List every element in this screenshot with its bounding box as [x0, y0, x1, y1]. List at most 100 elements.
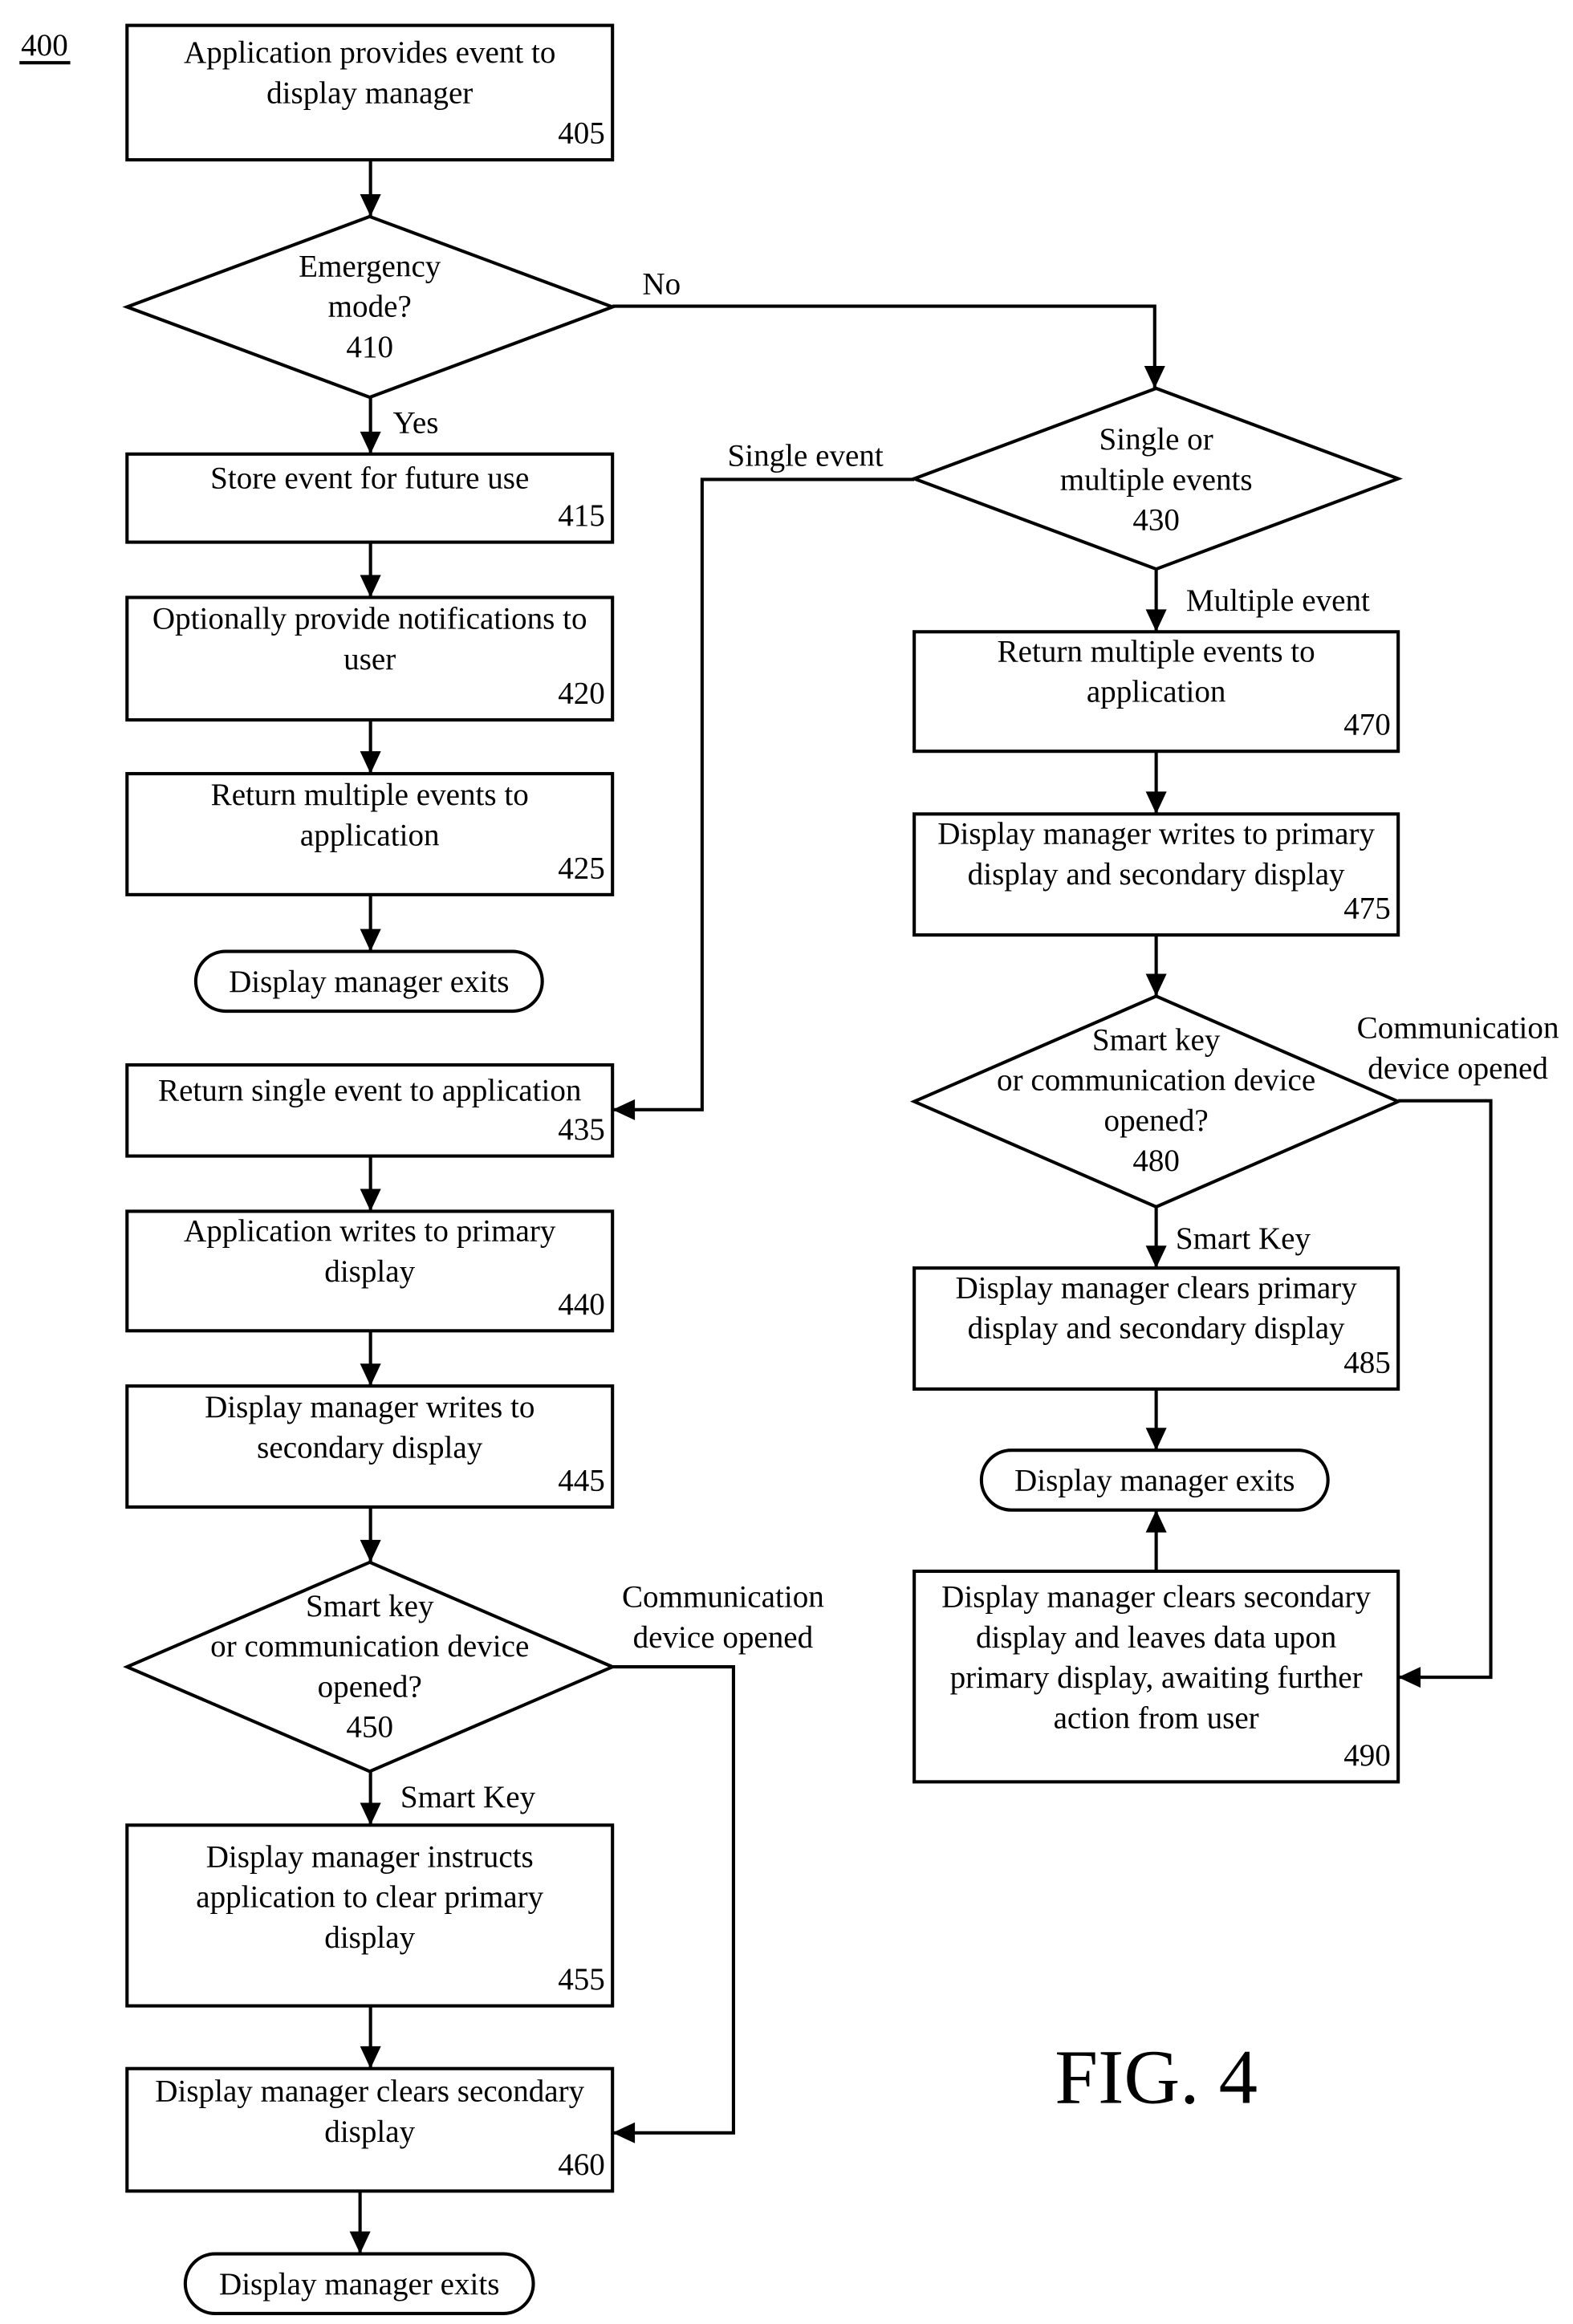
- edge-410-430: [612, 304, 1165, 388]
- arrowhead-icon: [360, 575, 381, 598]
- node-text-line: application to clear primary: [196, 1880, 543, 1915]
- node-reference-number: 425: [558, 851, 605, 885]
- node-text-line: Optionally provide notifications to: [152, 602, 587, 636]
- edge-label-comm-opened-450: Communication: [622, 1580, 824, 1615]
- node-text-line: Emergency: [299, 249, 441, 283]
- node-reference-number: 485: [1343, 1345, 1391, 1379]
- arrowhead-icon: [612, 2122, 636, 2143]
- node-reference-number: 490: [1343, 1738, 1391, 1773]
- node-text-line: Display manager clears secondary: [941, 1580, 1371, 1615]
- node-reference-number: 405: [558, 116, 605, 151]
- arrowhead-icon: [360, 928, 381, 952]
- node-end3: Display manager exits: [979, 1448, 1330, 1512]
- edge-445-450: [360, 1506, 381, 1562]
- edge-460-end: [349, 2191, 371, 2254]
- node-text-line: opened?: [318, 1669, 422, 1704]
- node-text-line: Smart key: [306, 1589, 434, 1623]
- node-text-line: Display manager writes to primary: [937, 817, 1375, 851]
- node-end2: Display manager exits: [183, 2252, 535, 2316]
- node-text-line: Application provides event to: [184, 35, 555, 70]
- edge-label-comm-opened-450: device opened: [633, 1620, 814, 1655]
- node-text-line: Display manager clears secondary: [155, 2074, 584, 2109]
- node-text-line: display and secondary display: [968, 857, 1345, 892]
- arrowhead-icon: [1145, 973, 1167, 997]
- edge-405-410: [360, 160, 381, 217]
- node-text-line: primary display, awaiting further: [950, 1660, 1363, 1695]
- node-435: Return single event to application 435: [125, 1062, 615, 1158]
- edge-415-420: [360, 542, 381, 598]
- arrowhead-icon: [1145, 1245, 1167, 1269]
- edge-485-end: [1145, 1388, 1167, 1451]
- node-440: Application writes to primary display 440: [125, 1209, 615, 1333]
- node-455: Display manager instructs application to …: [125, 1823, 615, 2008]
- edge-435-440: [360, 1156, 381, 1212]
- edge-label-multiple-event: Multiple event: [1186, 583, 1370, 618]
- edge-410-415: [360, 397, 381, 454]
- node-405: Application provides event to display man…: [125, 23, 615, 162]
- node-430: Single or multiple events 430: [909, 386, 1404, 571]
- arrowhead-icon: [360, 1363, 381, 1387]
- node-reference-number: 420: [558, 676, 605, 711]
- node-text-line: Return multiple events to: [998, 635, 1315, 669]
- edge-label-smart-key-480: Smart Key: [1176, 1221, 1311, 1256]
- edge-455-460: [360, 2005, 381, 2069]
- node-text-line: Display manager exits: [219, 2267, 499, 2302]
- connector-line: [612, 477, 915, 1111]
- arrowhead-icon: [360, 1802, 381, 1826]
- node-text-line: mode?: [328, 290, 412, 324]
- edge-425-end: [360, 894, 381, 952]
- arrowhead-icon: [1145, 609, 1167, 632]
- node-text-line: or communication device: [210, 1629, 529, 1664]
- edge-label-smart-key-450: Smart Key: [400, 1780, 536, 1814]
- node-text-line: Display manager exits: [1014, 1463, 1295, 1497]
- connector-line: [612, 1665, 735, 2135]
- arrowhead-icon: [360, 431, 381, 454]
- arrowhead-icon: [349, 2231, 371, 2254]
- edge-490-end: [1145, 1509, 1167, 1571]
- node-text-line: secondary display: [257, 1431, 483, 1465]
- edge-480-490: [1398, 1099, 1493, 1688]
- node-reference-number: 470: [1343, 708, 1391, 742]
- node-text-line: Store event for future use: [210, 461, 529, 496]
- nodes: Application provides event to display man…: [122, 23, 1404, 2316]
- node-470: Return multiple events to application 470: [913, 630, 1400, 754]
- node-text-line: display and leaves data upon: [976, 1620, 1336, 1655]
- edge-430-435: [612, 477, 915, 1120]
- node-text-line: Display manager instructs: [206, 1839, 534, 1874]
- node-text-line: Application writes to primary: [184, 1214, 556, 1249]
- node-text-line: user: [343, 642, 396, 676]
- node-text-line: multiple events: [1060, 462, 1253, 497]
- node-425: Return multiple events to application 425: [125, 772, 615, 896]
- node-text-line: Smart key: [1092, 1022, 1221, 1057]
- node-text-line: display: [324, 1920, 415, 1955]
- node-text-line: Return single event to application: [158, 1074, 581, 1108]
- figure-number: 400: [19, 28, 71, 65]
- node-reference-number: 435: [558, 1112, 605, 1147]
- node-text-line: application: [300, 818, 440, 852]
- node-reference-number: 460: [558, 2147, 605, 2182]
- node-420: Optionally provide notifications to user 4…: [125, 595, 615, 722]
- edge-440-445: [360, 1331, 381, 1387]
- node-text-line: Display manager exits: [229, 965, 509, 999]
- edge-label-yes: Yes: [393, 406, 439, 441]
- arrowhead-icon: [1145, 791, 1167, 815]
- node-reference-number: 415: [558, 498, 605, 533]
- arrowhead-icon: [360, 193, 381, 217]
- arrowhead-icon: [612, 1099, 636, 1120]
- node-text-line: or communication device: [997, 1063, 1315, 1098]
- node-480: Smart key or communication device opened? 4…: [910, 994, 1403, 1209]
- node-text-line: application: [1087, 675, 1226, 709]
- node-450: Smart key or communication device opened? 4…: [123, 1560, 617, 1773]
- node-text-line: display manager: [266, 75, 473, 110]
- node-reference-number: 475: [1343, 892, 1391, 926]
- node-text-line: Display manager clears primary: [956, 1270, 1358, 1305]
- edge-label-single-event: Single event: [727, 439, 883, 473]
- node-reference-number: 480: [1132, 1144, 1180, 1178]
- node-415: Store event for future use 415: [125, 452, 615, 544]
- node-end1: Display manager exits: [193, 949, 544, 1014]
- figure-number-label: 400: [21, 28, 68, 63]
- node-text-line: Single or: [1099, 422, 1213, 457]
- node-text-line: display: [324, 1254, 415, 1289]
- edge-470-475: [1145, 751, 1167, 815]
- node-reference-number: 455: [558, 1962, 605, 1997]
